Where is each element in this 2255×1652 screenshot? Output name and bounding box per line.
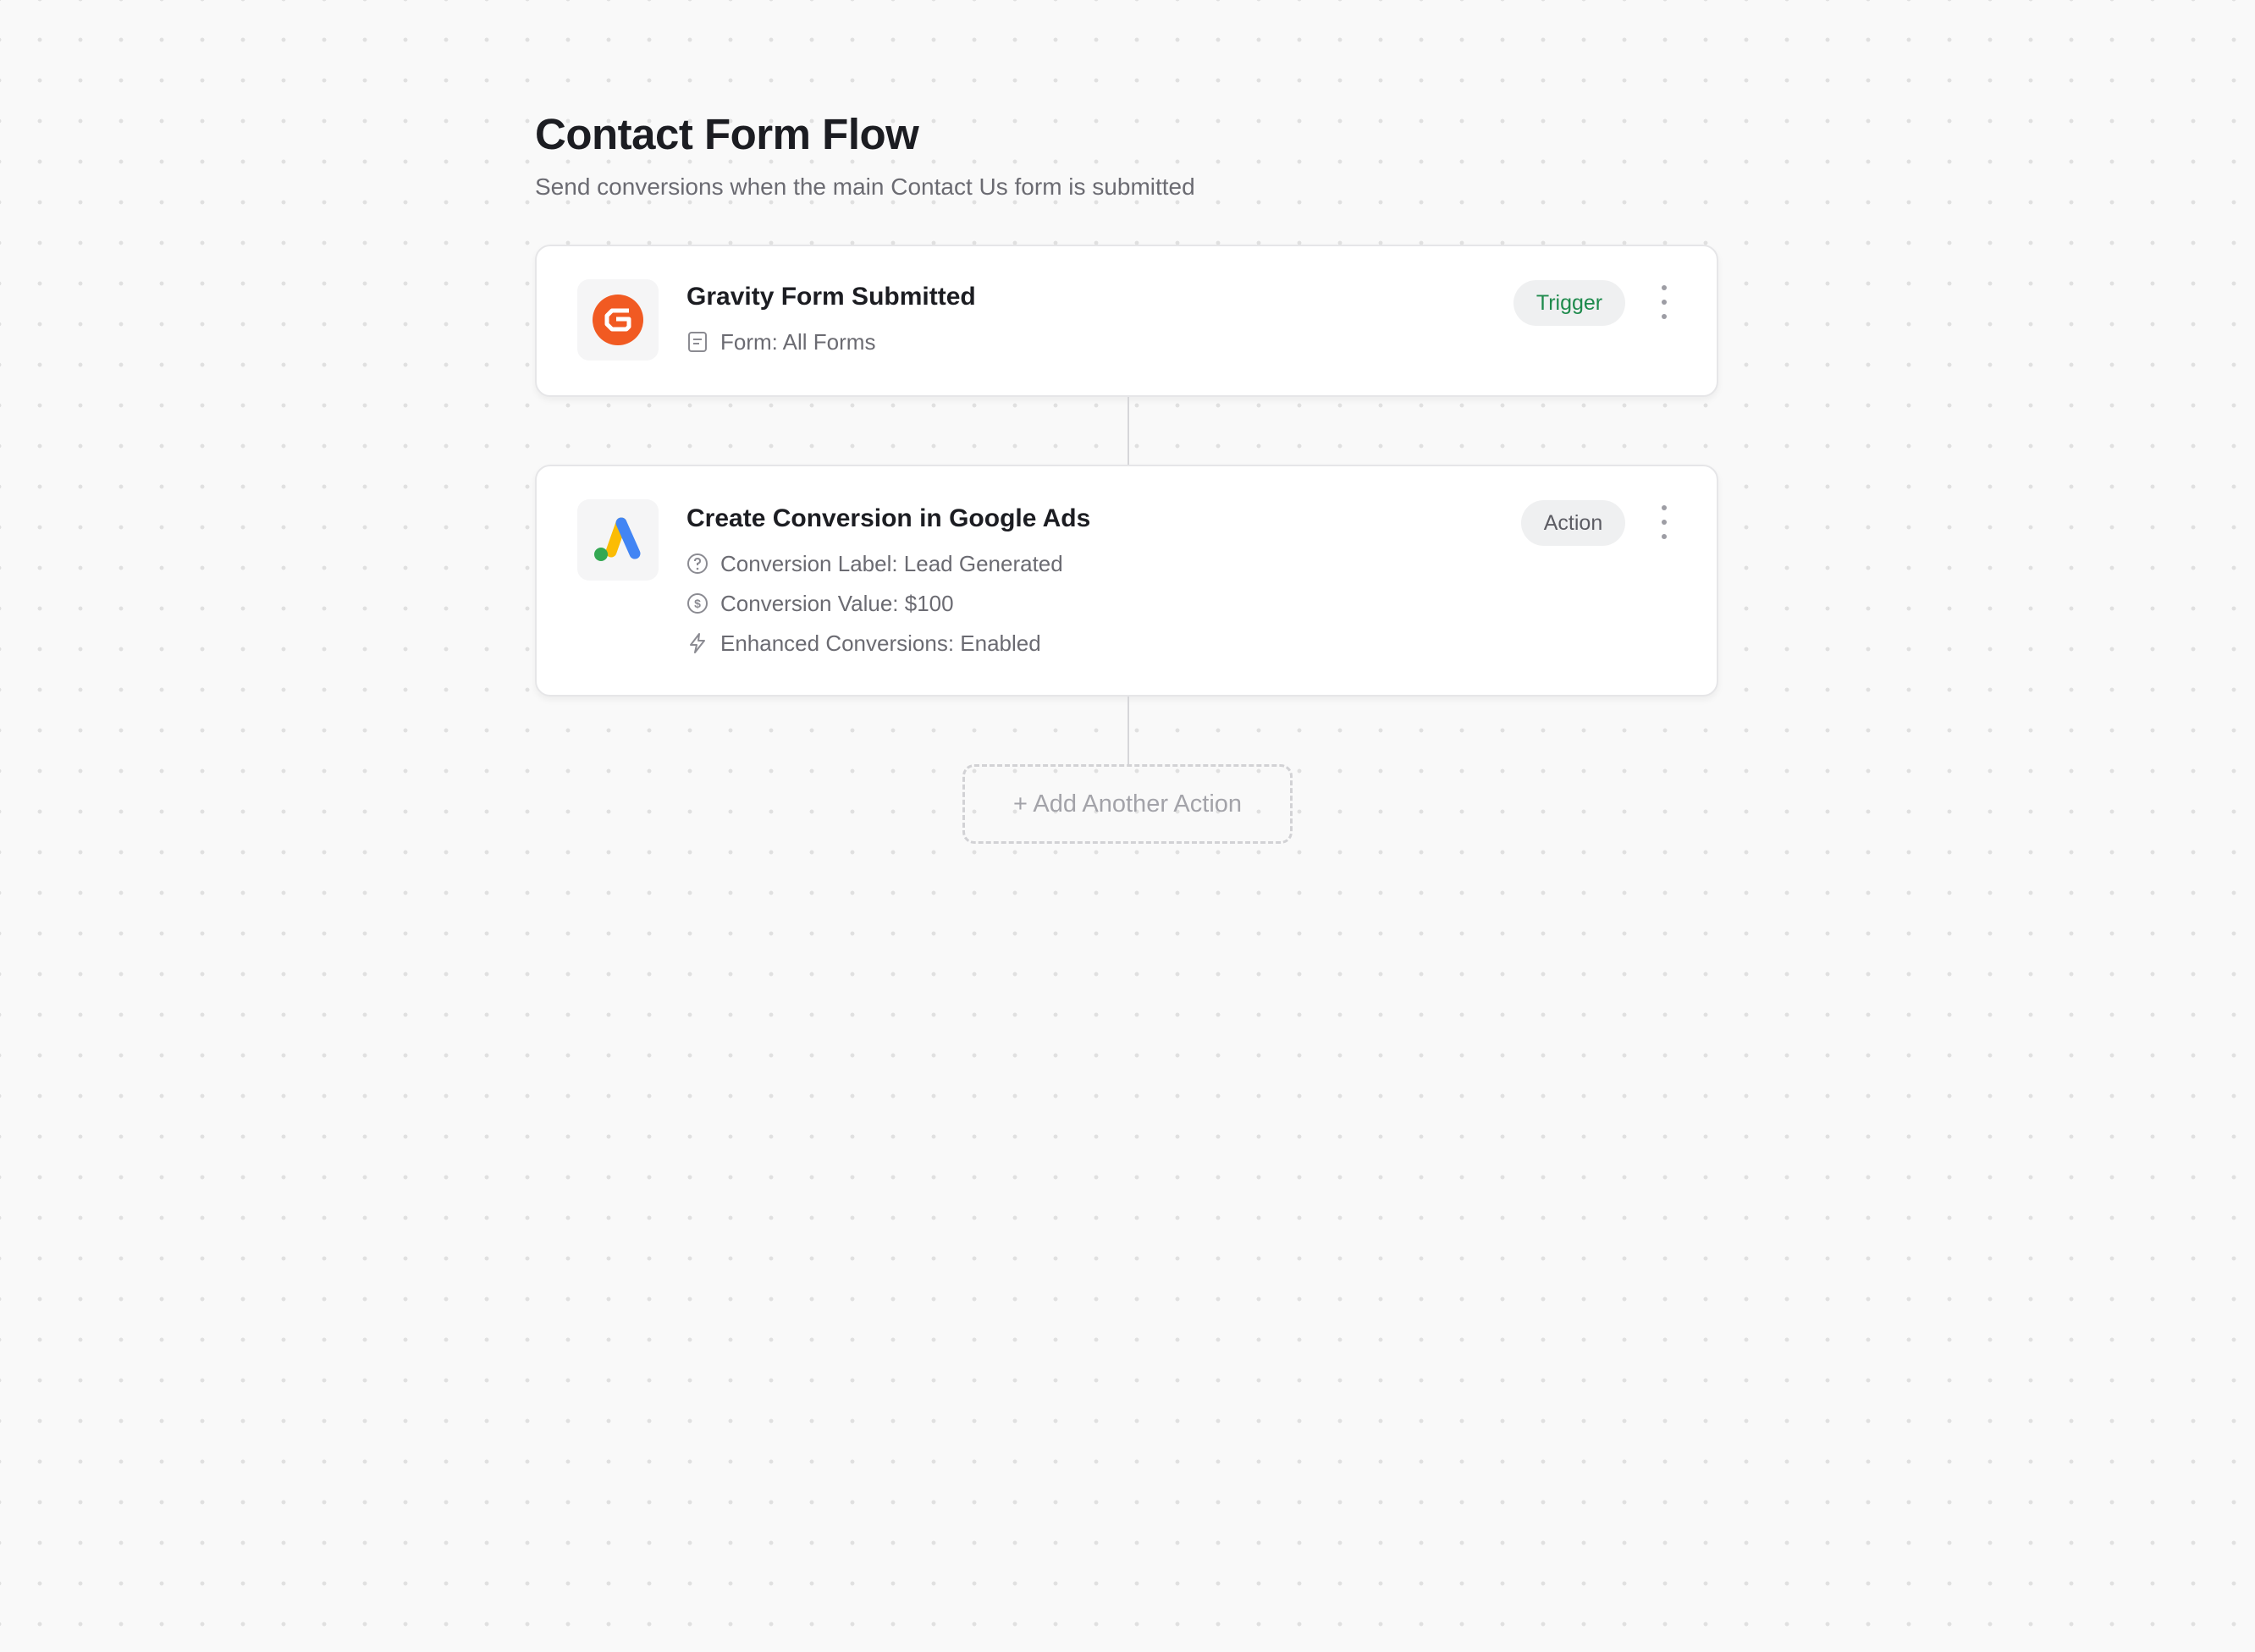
form-icon — [686, 331, 708, 353]
action-detail-value: $ Conversion Value: $100 — [686, 589, 954, 618]
google-ads-logo-icon — [577, 499, 659, 581]
gravity-forms-logo-icon — [577, 279, 659, 361]
flow-connector — [1128, 397, 1129, 465]
trigger-card[interactable]: Gravity Form Submitted Form: All Forms T… — [535, 245, 1718, 397]
flow-title: Contact Form Flow — [535, 110, 919, 158]
lightning-icon — [686, 632, 708, 654]
action-detail-label: Conversion Label: Lead Generated — [686, 549, 1063, 578]
trigger-title: Gravity Form Submitted — [686, 283, 976, 311]
trigger-more-menu-icon[interactable] — [1656, 285, 1673, 319]
action-badge: Action — [1521, 500, 1625, 546]
action-title: Create Conversion in Google Ads — [686, 504, 1091, 532]
action-detail-text: Conversion Value: $100 — [720, 590, 954, 616]
action-detail-text: Enhanced Conversions: Enabled — [720, 630, 1041, 656]
flow-subtitle: Send conversions when the main Contact U… — [535, 173, 1195, 200]
trigger-badge: Trigger — [1513, 280, 1625, 326]
dollar-icon: $ — [686, 592, 708, 614]
action-more-menu-icon[interactable] — [1656, 505, 1673, 539]
action-card[interactable]: Create Conversion in Google Ads Conversi… — [535, 465, 1718, 697]
trigger-detail-text: Form: All Forms — [720, 328, 876, 355]
trigger-detail-form: Form: All Forms — [686, 328, 875, 356]
action-detail-text: Conversion Label: Lead Generated — [720, 550, 1063, 576]
svg-text:$: $ — [694, 597, 701, 610]
action-detail-enhanced: Enhanced Conversions: Enabled — [686, 629, 1041, 658]
add-another-action-button[interactable]: + Add Another Action — [962, 764, 1293, 844]
flow-connector — [1128, 697, 1129, 766]
tag-icon — [686, 553, 708, 575]
